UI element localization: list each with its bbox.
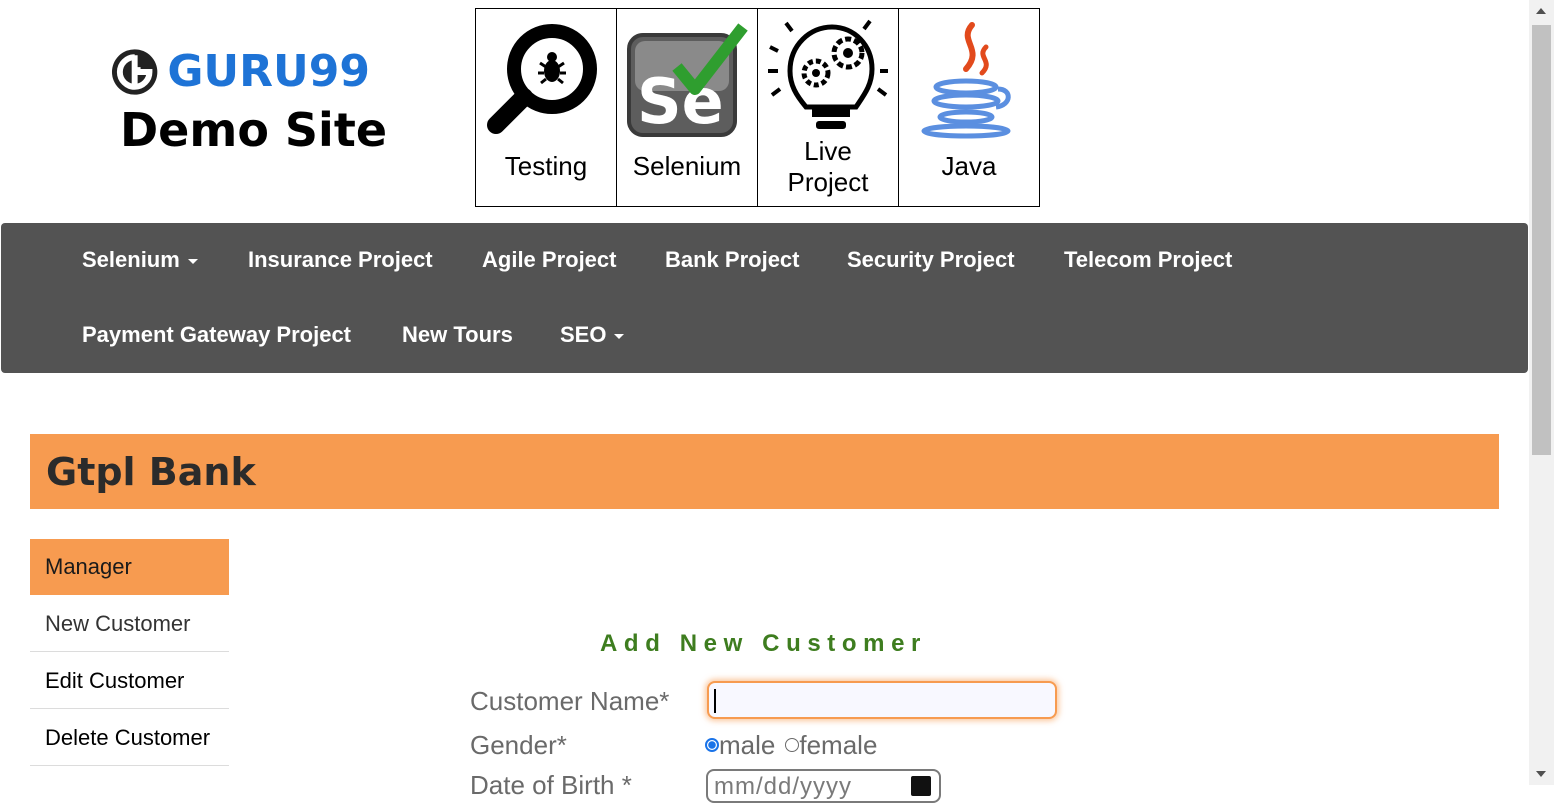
java-cup-icon xyxy=(921,22,1011,139)
tile-selenium[interactable]: Se Selenium xyxy=(617,9,758,206)
text-cursor xyxy=(714,689,716,713)
sidebar-header-manager: Manager xyxy=(30,539,229,595)
site-title: Demo Site xyxy=(120,103,388,157)
tile-label: Selenium xyxy=(632,151,742,181)
nav-security-project[interactable]: Security Project xyxy=(847,247,1015,273)
bank-header: Gtpl Bank xyxy=(30,434,1499,509)
scrollbar-thumb[interactable] xyxy=(1532,25,1551,455)
tile-live-project[interactable]: Live Project xyxy=(758,9,899,206)
bank-title: Gtpl Bank xyxy=(46,450,256,494)
dob-label: Date of Birth * xyxy=(470,770,632,800)
dob-date-input[interactable]: mm/dd/yyyy xyxy=(706,769,941,803)
tile-label: Java xyxy=(941,151,997,181)
nav-seo-dropdown[interactable]: SEO xyxy=(560,322,625,348)
form-title: Add New Customer xyxy=(600,630,927,657)
gender-radio-group: male female xyxy=(705,730,877,760)
selenium-check-icon: Se xyxy=(627,23,748,138)
nav-label: Selenium xyxy=(82,247,180,272)
tile-label: Testing xyxy=(504,151,588,181)
guru99-logo-text: GURU99 xyxy=(167,46,370,97)
magnifier-bug-icon xyxy=(487,24,597,134)
customer-name-label: Customer Name* xyxy=(470,686,670,716)
gender-female-radio[interactable] xyxy=(785,738,800,752)
nav-insurance-project[interactable]: Insurance Project xyxy=(248,247,433,273)
page-scrollbar[interactable] xyxy=(1529,0,1554,785)
manager-sidebar: Manager New Customer Edit Customer Delet… xyxy=(30,539,229,766)
scroll-down-arrow-icon[interactable] xyxy=(1536,771,1546,777)
category-tiles: Testing Se Selenium Live Project Java xyxy=(475,8,1040,207)
caret-down-icon xyxy=(187,258,198,264)
nav-bank-project[interactable]: Bank Project xyxy=(665,247,800,273)
nav-new-tours[interactable]: New Tours xyxy=(402,322,513,348)
gender-female-label[interactable]: female xyxy=(799,730,877,760)
nav-telecom-project[interactable]: Telecom Project xyxy=(1064,247,1232,273)
tile-label: Live Project xyxy=(787,136,869,197)
dob-placeholder: mm/dd/yyyy xyxy=(714,773,853,800)
scroll-up-arrow-icon[interactable] xyxy=(1536,8,1546,14)
guru99-logo-icon xyxy=(111,49,158,95)
tile-testing[interactable]: Testing xyxy=(476,9,617,206)
sidebar-item-edit-customer[interactable]: Edit Customer xyxy=(30,652,229,709)
nav-label: SEO xyxy=(560,322,607,347)
gender-label: Gender* xyxy=(470,730,567,760)
calendar-icon[interactable] xyxy=(911,776,931,796)
caret-down-icon xyxy=(614,333,625,339)
main-navbar: Selenium Insurance Project Agile Project… xyxy=(1,223,1528,373)
sidebar-item-new-customer[interactable]: New Customer xyxy=(30,595,229,652)
tile-java[interactable]: Java xyxy=(899,9,1039,206)
lightbulb-gears-icon xyxy=(768,19,888,129)
nav-payment-gateway-project[interactable]: Payment Gateway Project xyxy=(82,322,351,348)
customer-name-input[interactable] xyxy=(707,681,1057,719)
nav-selenium-dropdown[interactable]: Selenium xyxy=(82,247,198,273)
gender-male-radio[interactable] xyxy=(705,738,719,752)
guru99-logo[interactable]: GURU99 xyxy=(110,46,370,98)
sidebar-item-delete-customer[interactable]: Delete Customer xyxy=(30,709,229,766)
nav-agile-project[interactable]: Agile Project xyxy=(482,247,616,273)
gender-male-label[interactable]: male xyxy=(719,730,775,760)
